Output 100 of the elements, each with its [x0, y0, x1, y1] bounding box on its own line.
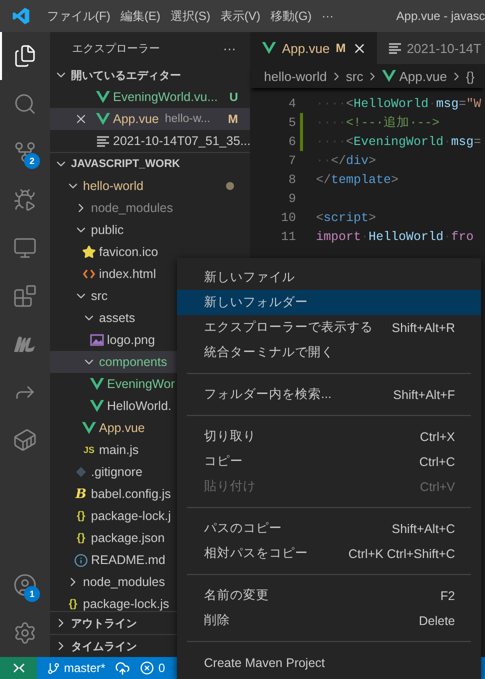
- run-debug-icon[interactable]: [13, 188, 37, 212]
- more-actions-button[interactable]: ···: [223, 40, 236, 56]
- open-editor-item[interactable]: 2021-10-14T07_51_35...: [50, 130, 250, 152]
- menu-item[interactable]: ファイル(F): [42, 8, 116, 24]
- v-logo-icon: [90, 378, 104, 390]
- v-logo-icon: [82, 422, 96, 434]
- file-name: 2021-10-14T07_51_35...: [113, 134, 251, 148]
- line-number: 11: [280, 230, 296, 244]
- file-type-icon: {}: [68, 598, 78, 610]
- source-control-icon[interactable]: [13, 140, 37, 164]
- menu-item[interactable]: エクスプローラーで表示する Shift+Alt+R: [177, 315, 481, 340]
- code-line: </template>: [316, 172, 399, 186]
- v-logo-icon: [96, 113, 110, 125]
- v-logo-icon: [262, 42, 276, 54]
- code-line: ····<HelloWorld·msg="W: [316, 96, 482, 110]
- file-path: hello-w...: [164, 113, 210, 125]
- code-line: ··</div>: [316, 154, 376, 168]
- folder-name: src: [91, 289, 108, 303]
- file-name: package-lock.js: [83, 597, 170, 611]
- folder-name: assets: [99, 311, 136, 325]
- lines-icon: [97, 136, 109, 146]
- sidebar-title: エクスプローラー: [72, 42, 160, 56]
- menu-item[interactable]: 新しいファイル: [177, 265, 481, 290]
- menu-item[interactable]: 相対パスをコピー Ctrl+K Ctrl+Shift+C: [177, 541, 481, 566]
- monitor-icon[interactable]: [13, 236, 37, 260]
- file-type-icon: JS: [83, 445, 94, 455]
- file-type-icon: {}: [76, 532, 86, 544]
- wave-logo-icon[interactable]: [13, 335, 37, 353]
- open-editor-item[interactable]: EveningWorld.vu... U: [50, 86, 250, 108]
- menu-item[interactable]: 新しいフォルダー: [177, 290, 481, 315]
- section-title: JAVASCRIPT_WORK: [71, 158, 180, 170]
- section-header[interactable]: 開いているエディター: [50, 64, 250, 86]
- file-row[interactable]: favicon.ico: [50, 241, 250, 263]
- file-name: EveningWor: [107, 377, 175, 391]
- line-number: 5: [287, 116, 296, 130]
- branch-icon: [47, 662, 60, 674]
- close-icon[interactable]: [74, 112, 88, 126]
- settings-icon[interactable]: [13, 621, 37, 645]
- editor-tab[interactable]: App.vue M: [250, 32, 377, 64]
- v-logo-icon: [90, 400, 104, 412]
- activity-button[interactable]: 2: [0, 128, 48, 176]
- count-badge: 1: [24, 586, 40, 602]
- window-title: App.vue - javasc: [395, 9, 485, 23]
- remote-button[interactable]: [0, 657, 37, 679]
- menu-item[interactable]: 名前の変更 F2: [177, 583, 481, 608]
- line-number: 7: [287, 154, 296, 168]
- folder-row[interactable]: public: [50, 219, 250, 241]
- error-icon: [140, 661, 154, 675]
- line-number: 4: [287, 96, 296, 110]
- breadcrumb-item[interactable]: hello-world: [264, 68, 327, 84]
- file-name: README.md: [91, 553, 166, 567]
- line-number: 8: [287, 172, 296, 186]
- line-number: 10: [280, 210, 296, 224]
- file-name: HelloWorld.: [107, 399, 172, 413]
- editor-tab[interactable]: 2021-10-14T: [376, 32, 485, 64]
- file-type-icon: B: [76, 486, 86, 502]
- breadcrumb-item[interactable]: {}: [466, 68, 475, 84]
- git-status-letter: M: [228, 112, 238, 126]
- menu-item[interactable]: 編集(E): [115, 8, 166, 24]
- breadcrumb-item[interactable]: App.vue: [382, 68, 447, 84]
- branch-status[interactable]: master*: [47, 661, 106, 675]
- cloud-upload-icon[interactable]: [115, 660, 130, 676]
- extensions-icon[interactable]: [13, 284, 37, 308]
- angle-brackets-icon: [83, 269, 95, 279]
- account-icon[interactable]: [13, 573, 37, 597]
- section-header[interactable]: JAVASCRIPT_WORK: [50, 152, 250, 175]
- menu-item[interactable]: 表示(V): [215, 8, 266, 24]
- code-line: <script>: [316, 210, 376, 224]
- file-name: logo.png: [107, 333, 155, 347]
- line-number: 9: [287, 192, 296, 206]
- file-name: App.vue: [113, 112, 159, 126]
- file-name: package-lock.j: [91, 509, 171, 523]
- app-logo-icon: [12, 7, 30, 25]
- file-name: EveningWorld.vu...: [113, 90, 218, 104]
- folder-row[interactable]: node_modules: [50, 197, 250, 219]
- problems-status[interactable]: 0: [140, 661, 166, 675]
- image-icon: [90, 334, 104, 346]
- line-number: 6: [287, 134, 296, 148]
- file-type-icon: {}: [76, 510, 86, 522]
- menu-item[interactable]: パスのコピー Shift+Alt+C: [177, 516, 481, 541]
- code-line: ····<EveningWorld·msg=: [316, 134, 482, 148]
- file-name: favicon.ico: [99, 245, 158, 259]
- menu-item[interactable]: フォルダー内を検索... Shift+Alt+F: [177, 382, 481, 407]
- section-title: タイムライン: [71, 640, 137, 654]
- open-editor-item[interactable]: App.vue hello-w... M: [50, 108, 250, 130]
- menu-item[interactable]: ···: [316, 9, 339, 23]
- search-icon[interactable]: [13, 92, 37, 116]
- menu-item[interactable]: 移動(G): [265, 8, 317, 24]
- folder-row[interactable]: hello-world: [50, 175, 250, 197]
- section-title: アウトライン: [71, 616, 137, 630]
- activity-button[interactable]: 1: [0, 561, 48, 609]
- folder-name: node_modules: [83, 575, 166, 589]
- menu-item[interactable]: 切り取り Ctrl+X: [177, 424, 481, 449]
- code-line: ····<!--·追加·-->: [316, 114, 440, 131]
- breadcrumb-item[interactable]: src: [346, 68, 364, 84]
- folder-name: node_modules: [91, 201, 174, 215]
- menu-item[interactable]: コピー Ctrl+C: [177, 449, 481, 474]
- menu-item[interactable]: 選択(S): [165, 8, 216, 24]
- file-name: main.js: [99, 443, 139, 457]
- files-icon[interactable]: [13, 44, 37, 68]
